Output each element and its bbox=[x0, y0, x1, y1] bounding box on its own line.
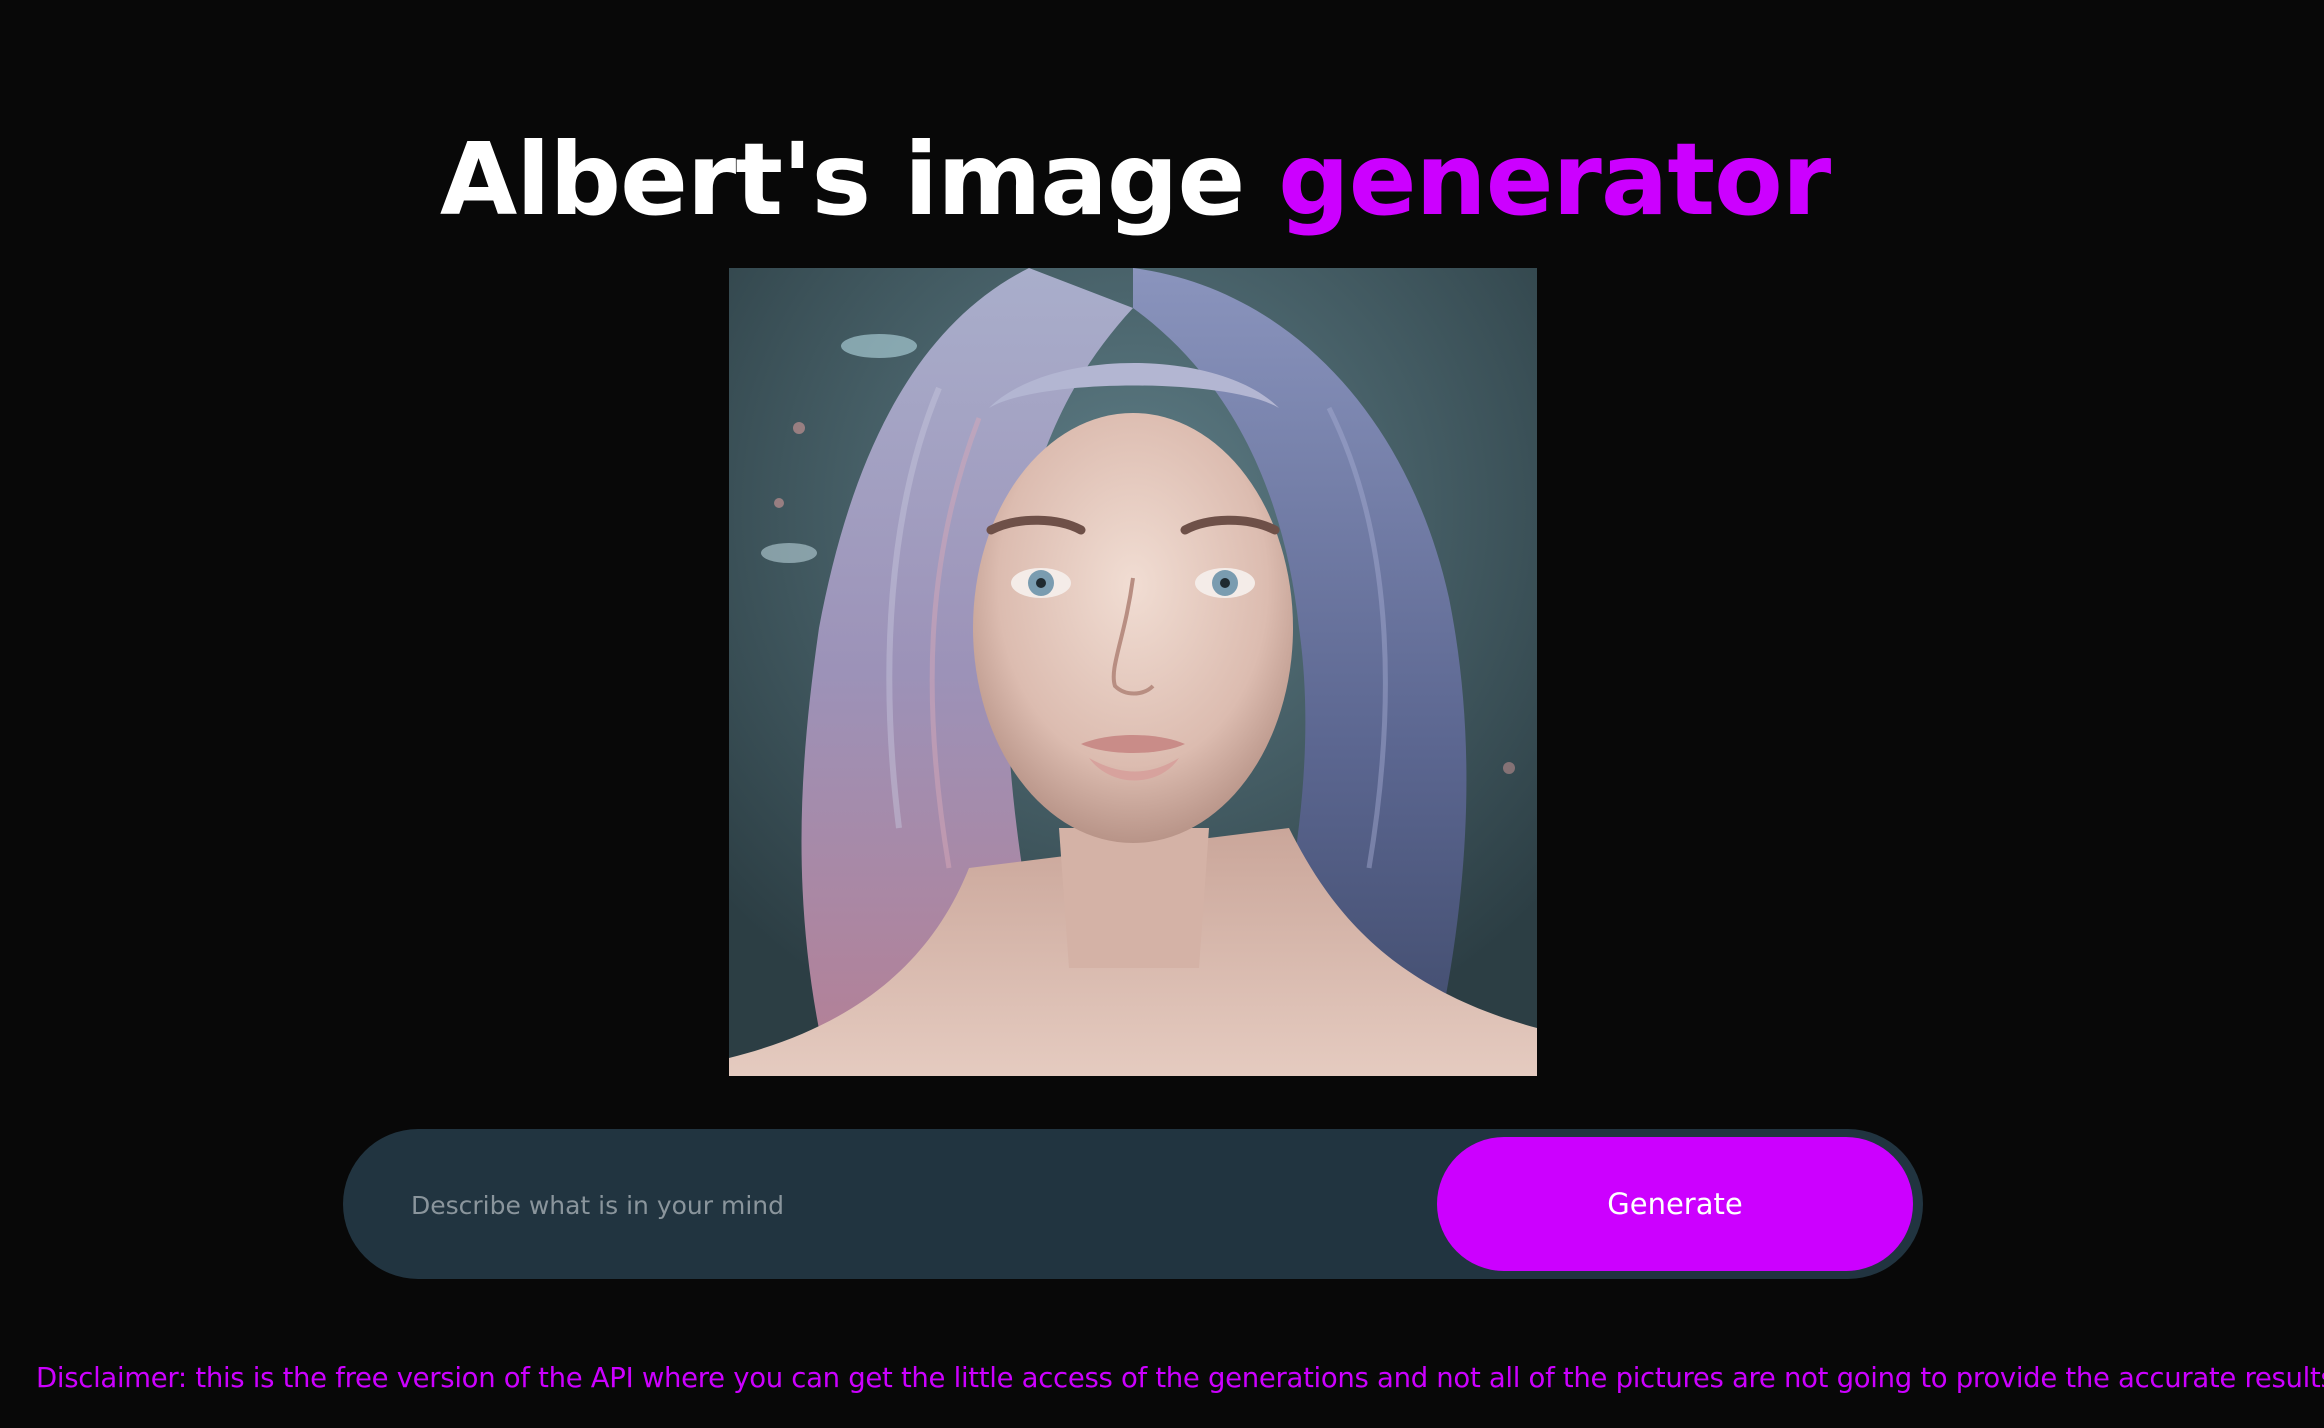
generated-image bbox=[729, 268, 1537, 1076]
disclaimer-text: Disclaimer: this is the free version of … bbox=[36, 1362, 2324, 1394]
title-main: Albert's image bbox=[439, 121, 1279, 238]
prompt-input[interactable] bbox=[409, 1179, 1393, 1231]
page-title: Albert's image generator bbox=[0, 115, 2270, 245]
app-page: Albert's image generator Describe what i… bbox=[0, 0, 2324, 1428]
prompt-bar: Generate bbox=[343, 1129, 1923, 1279]
generate-button[interactable]: Generate bbox=[1437, 1137, 1913, 1271]
title-accent: generator bbox=[1278, 121, 1831, 238]
portrait-illustration bbox=[729, 268, 1537, 1076]
